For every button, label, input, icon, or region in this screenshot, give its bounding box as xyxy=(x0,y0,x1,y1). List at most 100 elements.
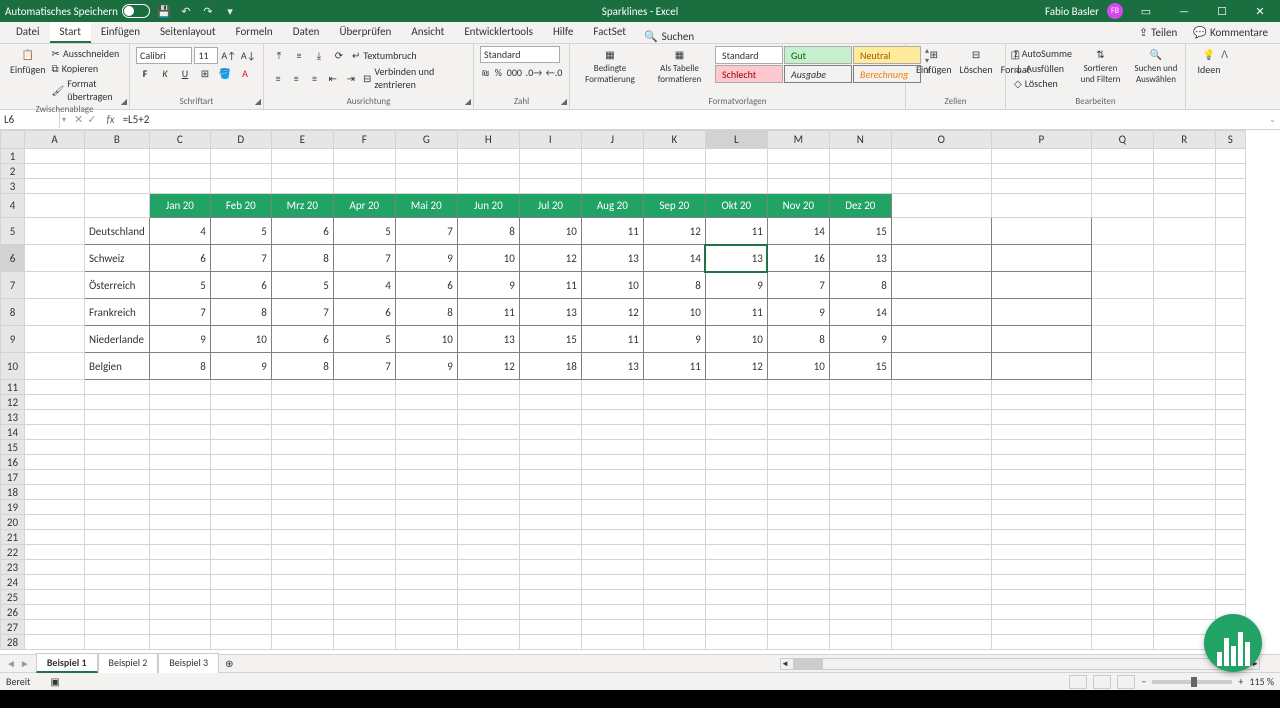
cell[interactable] xyxy=(395,620,457,635)
cell[interactable] xyxy=(25,164,85,179)
cell[interactable] xyxy=(1091,245,1153,272)
cell[interactable] xyxy=(519,635,581,650)
cell[interactable] xyxy=(519,500,581,515)
cell[interactable] xyxy=(767,635,829,650)
cell[interactable] xyxy=(705,545,767,560)
cell[interactable] xyxy=(643,164,705,179)
cell[interactable] xyxy=(1091,560,1153,575)
cell[interactable]: 11 xyxy=(457,299,519,326)
cell[interactable] xyxy=(991,194,1091,218)
cell[interactable] xyxy=(25,194,85,218)
cell[interactable] xyxy=(1153,194,1215,218)
cell[interactable] xyxy=(519,455,581,470)
cell[interactable] xyxy=(210,575,271,590)
cell[interactable] xyxy=(85,425,150,440)
cell[interactable] xyxy=(643,635,705,650)
cell[interactable] xyxy=(333,410,395,425)
cell[interactable] xyxy=(705,560,767,575)
cell[interactable]: 5 xyxy=(333,326,395,353)
cell[interactable] xyxy=(705,455,767,470)
underline-button[interactable]: U xyxy=(176,64,194,82)
cell[interactable] xyxy=(891,515,991,530)
cell[interactable] xyxy=(643,440,705,455)
cell[interactable] xyxy=(643,455,705,470)
row-header[interactable]: 27 xyxy=(1,620,25,635)
cell[interactable] xyxy=(457,515,519,530)
cell[interactable] xyxy=(581,425,643,440)
horizontal-scrollbar[interactable]: ◄ ► xyxy=(780,658,1260,670)
zoom-out-icon[interactable]: − xyxy=(1141,675,1146,688)
cell[interactable]: Deutschland xyxy=(85,218,150,245)
cell[interactable] xyxy=(519,575,581,590)
row-header[interactable]: 1 xyxy=(1,149,25,164)
cell[interactable]: 8 xyxy=(767,326,829,353)
cell[interactable] xyxy=(643,485,705,500)
page-break-view-icon[interactable] xyxy=(1117,675,1135,689)
cell[interactable] xyxy=(581,485,643,500)
share-button[interactable]: ⇪ Teilen xyxy=(1133,24,1183,41)
column-header[interactable]: N xyxy=(829,131,891,149)
cell[interactable] xyxy=(991,530,1091,545)
cell[interactable] xyxy=(85,395,150,410)
cell[interactable] xyxy=(643,149,705,164)
menu-tab-einfügen[interactable]: Einfügen xyxy=(91,22,150,43)
cell[interactable]: 9 xyxy=(643,326,705,353)
cell[interactable]: 8 xyxy=(829,272,891,299)
cell[interactable] xyxy=(457,605,519,620)
cell[interactable] xyxy=(767,410,829,425)
cell[interactable] xyxy=(395,425,457,440)
cell[interactable] xyxy=(149,440,210,455)
style-ausgabe[interactable]: Ausgabe xyxy=(784,65,852,83)
cell[interactable]: 11 xyxy=(581,326,643,353)
cell[interactable]: 7 xyxy=(395,218,457,245)
cell[interactable] xyxy=(1091,194,1153,218)
cell[interactable] xyxy=(1091,410,1153,425)
cell[interactable] xyxy=(149,395,210,410)
sheet-tab[interactable]: Beispiel 1 xyxy=(36,653,98,673)
find-select-button[interactable]: 🔍Suchen und Auswählen xyxy=(1127,46,1185,91)
cell[interactable] xyxy=(991,575,1091,590)
cell[interactable] xyxy=(891,326,991,353)
cell[interactable] xyxy=(1091,440,1153,455)
cell[interactable] xyxy=(891,410,991,425)
cell[interactable] xyxy=(581,395,643,410)
cell[interactable] xyxy=(891,353,991,380)
cell[interactable] xyxy=(991,545,1091,560)
cell[interactable] xyxy=(457,410,519,425)
cell[interactable] xyxy=(991,635,1091,650)
cell[interactable]: 8 xyxy=(457,218,519,245)
cell[interactable]: 6 xyxy=(395,272,457,299)
cell[interactable] xyxy=(1153,245,1215,272)
cell[interactable] xyxy=(149,470,210,485)
cell[interactable]: 9 xyxy=(149,326,210,353)
cell[interactable] xyxy=(991,470,1091,485)
clear-button[interactable]: ◇Löschen xyxy=(1012,76,1074,91)
cell[interactable] xyxy=(991,149,1091,164)
cell[interactable] xyxy=(1215,590,1245,605)
save-icon[interactable]: 💾 xyxy=(156,3,172,19)
column-header[interactable]: F xyxy=(333,131,395,149)
cell[interactable] xyxy=(271,620,333,635)
cell[interactable] xyxy=(581,179,643,194)
cell[interactable]: 15 xyxy=(519,326,581,353)
cell[interactable] xyxy=(210,380,271,395)
cell[interactable] xyxy=(891,575,991,590)
cell[interactable] xyxy=(643,515,705,530)
cell[interactable] xyxy=(149,530,210,545)
cell[interactable] xyxy=(1091,575,1153,590)
cell[interactable] xyxy=(829,590,891,605)
cell[interactable] xyxy=(891,485,991,500)
cell[interactable] xyxy=(1215,515,1245,530)
style-gut[interactable]: Gut xyxy=(784,46,852,64)
cell[interactable] xyxy=(395,500,457,515)
cell[interactable] xyxy=(210,425,271,440)
cell[interactable] xyxy=(1091,326,1153,353)
row-header[interactable]: 11 xyxy=(1,380,25,395)
cell[interactable]: 10 xyxy=(643,299,705,326)
cell[interactable]: 8 xyxy=(149,353,210,380)
cell[interactable] xyxy=(829,425,891,440)
cell[interactable]: Frankreich xyxy=(85,299,150,326)
cell[interactable] xyxy=(1091,353,1153,380)
cell[interactable] xyxy=(271,500,333,515)
cell[interactable] xyxy=(1215,164,1245,179)
